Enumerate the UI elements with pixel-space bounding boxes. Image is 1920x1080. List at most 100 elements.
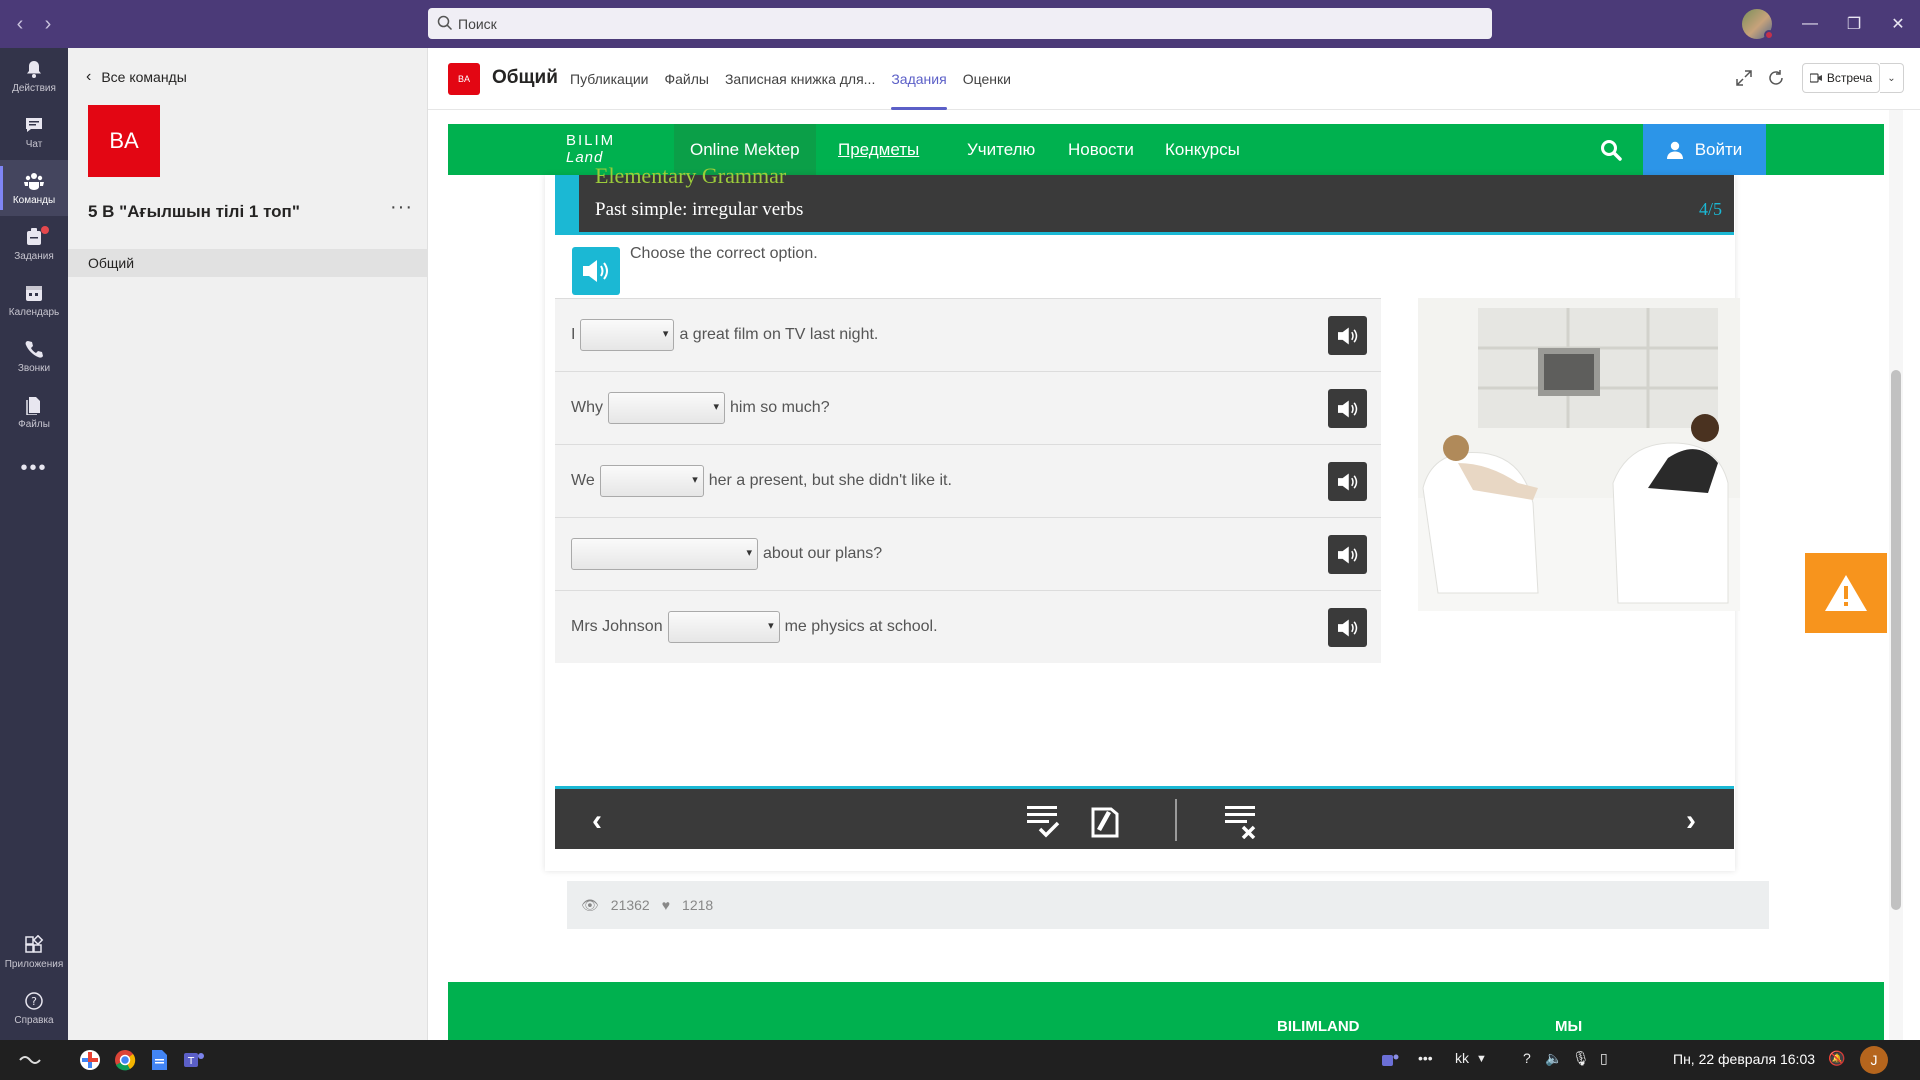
lesson-title: Past simple: irregular verbs bbox=[595, 199, 804, 220]
instruction-text: Choose the correct option. bbox=[630, 245, 818, 262]
language-indicator[interactable]: kk bbox=[1455, 1050, 1469, 1066]
answer-select[interactable] bbox=[599, 465, 704, 497]
question-text-before: We bbox=[571, 472, 595, 489]
tab-notebook[interactable]: Записная книжка для... bbox=[725, 48, 875, 110]
show-answers-icon[interactable] bbox=[1085, 801, 1125, 841]
language-dropdown-icon[interactable]: ▼ bbox=[1476, 1053, 1487, 1065]
refresh-icon[interactable] bbox=[1766, 68, 1786, 88]
question-audio-button[interactable] bbox=[1328, 608, 1367, 647]
search-icon bbox=[437, 15, 453, 31]
question-row: Mrs Johnson me physics at school. bbox=[555, 590, 1381, 663]
search-input[interactable]: Поиск bbox=[428, 8, 1492, 39]
meet-label: Встреча bbox=[1826, 71, 1873, 85]
volume-icon[interactable]: 🔈 bbox=[1545, 1050, 1562, 1067]
question-audio-button[interactable] bbox=[1328, 389, 1367, 428]
clock[interactable]: Пн, 22 февраля 16:03 bbox=[1673, 1051, 1815, 1067]
meet-dropdown-chevron-icon[interactable]: ⌄ bbox=[1880, 63, 1904, 93]
channel-item-general[interactable]: Общий bbox=[68, 249, 428, 277]
google-app-icon[interactable] bbox=[78, 1048, 102, 1072]
rail-label: Действия bbox=[12, 82, 56, 94]
bilimland-webview: BILIM Land Online Mektep Предметы Учител… bbox=[428, 110, 1920, 1040]
tab-files[interactable]: Файлы bbox=[664, 48, 708, 110]
nav-contests[interactable]: Конкурсы bbox=[1165, 124, 1240, 175]
nav-subjects[interactable]: Предметы bbox=[838, 124, 919, 175]
profile-avatar[interactable] bbox=[1742, 9, 1774, 40]
launcher-icon[interactable] bbox=[18, 1048, 42, 1072]
answer-select[interactable] bbox=[667, 611, 780, 643]
forward-arrow-icon[interactable]: › bbox=[34, 0, 62, 48]
team-more-options-icon[interactable]: ··· bbox=[390, 196, 413, 219]
question-audio-button[interactable] bbox=[1328, 316, 1367, 355]
lesson-toolbar: ‹ › bbox=[555, 786, 1734, 849]
answer-select[interactable] bbox=[580, 319, 675, 351]
close-icon[interactable]: ✕ bbox=[1876, 0, 1920, 48]
next-arrow-icon[interactable]: › bbox=[1671, 801, 1711, 841]
team-panel: ‹ Все команды BA 5 В "Ағылшын тілі 1 топ… bbox=[68, 48, 428, 1040]
scrollbar[interactable] bbox=[1889, 110, 1903, 1040]
rail-label: Календарь bbox=[8, 306, 60, 318]
svg-text:T: T bbox=[187, 1056, 195, 1067]
notifications-off-icon[interactable]: 🔕 bbox=[1828, 1050, 1845, 1067]
rail-item-calls[interactable]: Звонки bbox=[0, 328, 68, 384]
clear-answers-icon[interactable] bbox=[1221, 801, 1261, 841]
report-issue-button[interactable] bbox=[1805, 553, 1887, 633]
teams-app-icon[interactable]: T bbox=[182, 1048, 206, 1072]
question-audio-button[interactable] bbox=[1328, 535, 1367, 574]
rail-item-files[interactable]: Файлы bbox=[0, 384, 68, 440]
help-tray-icon[interactable]: ? bbox=[1523, 1050, 1531, 1066]
restore-icon[interactable]: ❐ bbox=[1832, 0, 1876, 48]
tab-posts[interactable]: Публикации bbox=[570, 48, 648, 110]
rail-item-assignments[interactable]: Задания bbox=[0, 216, 68, 272]
question-row: We her a present, but she didn't like it… bbox=[555, 444, 1381, 517]
files-icon bbox=[26, 396, 40, 415]
rail-item-chat[interactable]: Чат bbox=[0, 104, 68, 160]
login-label: Войти bbox=[1694, 139, 1743, 159]
answer-select[interactable] bbox=[608, 392, 725, 424]
rail-item-activity[interactable]: Действия bbox=[0, 48, 68, 104]
footer-heading-about: МЫ bbox=[1555, 1018, 1583, 1035]
meet-button[interactable]: Встреча bbox=[1802, 63, 1880, 93]
check-list-icon bbox=[1027, 806, 1060, 838]
search-icon[interactable] bbox=[1600, 139, 1622, 161]
site-footer: BILIMLAND МЫ bbox=[448, 982, 1884, 1040]
more-apps-button[interactable]: ••• bbox=[0, 440, 68, 496]
rail-item-help[interactable]: ? Справка bbox=[0, 980, 68, 1036]
speaker-icon bbox=[583, 260, 608, 282]
back-arrow-icon[interactable]: ‹ bbox=[6, 0, 34, 48]
answer-select[interactable] bbox=[571, 538, 758, 570]
chrome-icon[interactable] bbox=[113, 1048, 137, 1072]
nav-teacher[interactable]: Учителю bbox=[967, 124, 1035, 175]
login-button[interactable]: Войти bbox=[1643, 124, 1766, 175]
question-audio-button[interactable] bbox=[1328, 462, 1367, 501]
speaker-icon bbox=[1337, 400, 1357, 417]
rail-item-calendar[interactable]: Календарь bbox=[0, 272, 68, 328]
bell-icon bbox=[27, 60, 41, 78]
chevron-left-icon: ‹ bbox=[86, 68, 92, 85]
video-camera-icon bbox=[1809, 73, 1822, 83]
minimize-icon[interactable]: — bbox=[1788, 0, 1832, 48]
footer-heading-bilimland: BILIMLAND bbox=[1277, 1018, 1360, 1035]
expand-icon[interactable] bbox=[1734, 68, 1754, 88]
battery-icon[interactable]: ▯ bbox=[1600, 1050, 1608, 1067]
scrollbar-thumb[interactable] bbox=[1891, 370, 1901, 910]
tab-grades[interactable]: Оценки bbox=[963, 48, 1011, 110]
prev-arrow-icon[interactable]: ‹ bbox=[577, 801, 617, 841]
teams-tray-icon[interactable] bbox=[1378, 1048, 1402, 1072]
rail-item-apps[interactable]: Приложения bbox=[0, 924, 68, 980]
nav-news[interactable]: Новости bbox=[1068, 124, 1134, 175]
instruction-audio-button[interactable] bbox=[572, 247, 620, 295]
all-teams-link[interactable]: ‹ Все команды bbox=[86, 68, 187, 86]
likes-count: 1218 bbox=[682, 897, 714, 913]
rail-item-teams[interactable]: Команды bbox=[0, 160, 68, 216]
heart-icon[interactable]: ♥ bbox=[662, 897, 670, 913]
check-answers-icon[interactable] bbox=[1023, 801, 1063, 841]
stats-bar: 👁 21362 ♥ 1218 bbox=[567, 881, 1769, 929]
tab-assignments[interactable]: Задания bbox=[891, 48, 948, 110]
bilimland-logo[interactable]: BILIM Land bbox=[566, 132, 615, 166]
microphone-icon[interactable]: 🎙 bbox=[1572, 1050, 1590, 1067]
tray-more-icon[interactable]: ••• bbox=[1418, 1050, 1433, 1066]
user-avatar[interactable]: J bbox=[1860, 1046, 1888, 1074]
docs-icon[interactable] bbox=[147, 1048, 171, 1072]
question-text-after: about our plans? bbox=[763, 545, 883, 562]
chat-icon bbox=[26, 117, 42, 132]
